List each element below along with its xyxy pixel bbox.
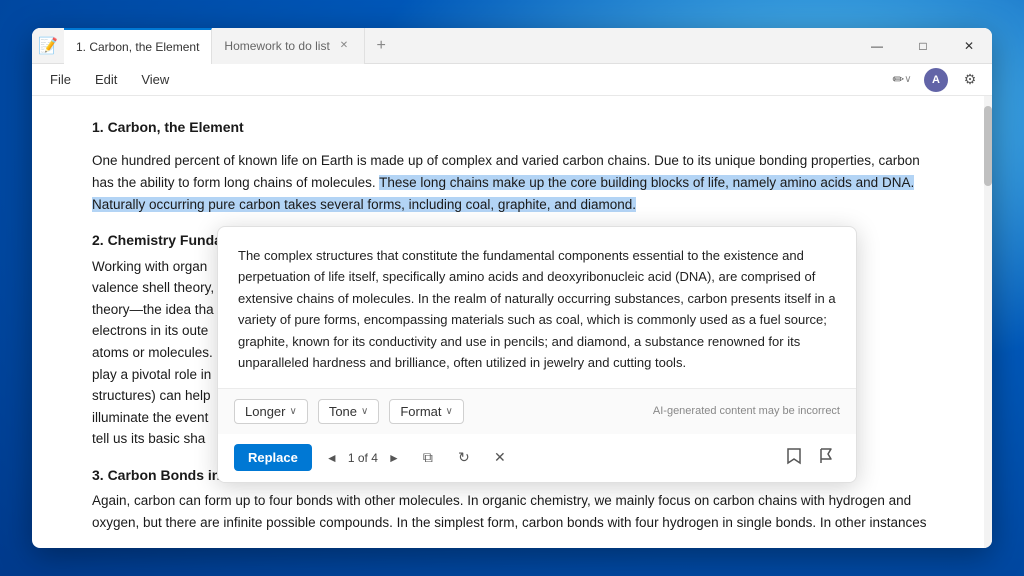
ai-popup-controls: Longer ∨ Tone ∨ Format ∨ AI-generated co… xyxy=(218,388,856,434)
longer-label: Longer xyxy=(245,404,285,419)
menu-view[interactable]: View xyxy=(131,68,179,91)
app-icon: 📝 xyxy=(32,28,64,64)
heading-1: 1. Carbon, the Element xyxy=(92,116,932,138)
close-ai-button[interactable]: ✕ xyxy=(486,444,514,472)
copy-icon: ⧉ xyxy=(423,449,433,466)
flag-icon xyxy=(818,447,834,468)
close-ai-icon: ✕ xyxy=(494,449,506,466)
tone-label: Tone xyxy=(329,404,357,419)
ai-popup-text: The complex structures that constitute t… xyxy=(218,227,856,388)
paragraph-3: Again, carbon can form up to four bonds … xyxy=(92,490,932,533)
longer-chevron-icon: ∨ xyxy=(289,406,296,417)
content-area: 1. Carbon, the Element One hundred perce… xyxy=(32,96,992,548)
format-chevron-icon: ∨ xyxy=(446,406,453,417)
tone-dropdown[interactable]: Tone ∨ xyxy=(318,399,380,424)
title-bar: 📝 1. Carbon, the Element Homework to do … xyxy=(32,28,992,64)
refresh-icon: ↻ xyxy=(458,449,470,466)
tab-carbon-label: 1. Carbon, the Element xyxy=(76,40,199,54)
bookmark-button[interactable] xyxy=(780,444,808,472)
nav-count: 1 of 4 xyxy=(348,451,378,465)
tab-carbon[interactable]: 1. Carbon, the Element xyxy=(64,28,212,64)
pen-tool-icon[interactable]: ✏ ∨ xyxy=(888,66,916,94)
ai-disclaimer: AI-generated content may be incorrect xyxy=(653,405,840,417)
ai-actions: Replace ◄ 1 of 4 ► ⧉ ↻ ✕ xyxy=(218,434,856,482)
scrollbar-thumb[interactable] xyxy=(984,106,992,186)
avatar[interactable]: A xyxy=(924,68,948,92)
add-tab-button[interactable]: + xyxy=(365,28,397,64)
ai-popup: The complex structures that constitute t… xyxy=(217,226,857,483)
paragraph-1: One hundred percent of known life on Ear… xyxy=(92,150,932,215)
copy-button[interactable]: ⧉ xyxy=(414,444,442,472)
settings-icon[interactable]: ⚙ xyxy=(956,66,984,94)
tab-homework-close[interactable]: ✕ xyxy=(336,38,352,53)
nav-next-button[interactable]: ► xyxy=(382,446,406,470)
menu-edit[interactable]: Edit xyxy=(85,68,127,91)
close-button[interactable]: ✕ xyxy=(946,28,992,64)
main-window: 📝 1. Carbon, the Element Homework to do … xyxy=(32,28,992,548)
nav-arrows: ◄ 1 of 4 ► xyxy=(320,446,406,470)
maximize-button[interactable]: □ xyxy=(900,28,946,64)
format-dropdown[interactable]: Format ∨ xyxy=(389,399,464,424)
refresh-button[interactable]: ↻ xyxy=(450,444,478,472)
tone-chevron-icon: ∨ xyxy=(361,406,368,417)
tab-homework-label: Homework to do list xyxy=(224,39,329,53)
flag-button[interactable] xyxy=(812,444,840,472)
format-label: Format xyxy=(400,404,441,419)
bookmark-icon xyxy=(786,447,802,468)
menu-file[interactable]: File xyxy=(40,68,81,91)
minimize-button[interactable]: — xyxy=(854,28,900,64)
scrollbar-track[interactable] xyxy=(984,96,992,548)
replace-button[interactable]: Replace xyxy=(234,444,312,471)
nav-prev-button[interactable]: ◄ xyxy=(320,446,344,470)
toolbar-right: ✏ ∨ A ⚙ xyxy=(888,66,984,94)
longer-dropdown[interactable]: Longer ∨ xyxy=(234,399,308,424)
right-action-icons xyxy=(780,444,840,472)
window-controls: — □ ✕ xyxy=(854,28,992,64)
tab-homework[interactable]: Homework to do list ✕ xyxy=(212,28,365,64)
menu-bar: File Edit View ✏ ∨ A ⚙ xyxy=(32,64,992,96)
